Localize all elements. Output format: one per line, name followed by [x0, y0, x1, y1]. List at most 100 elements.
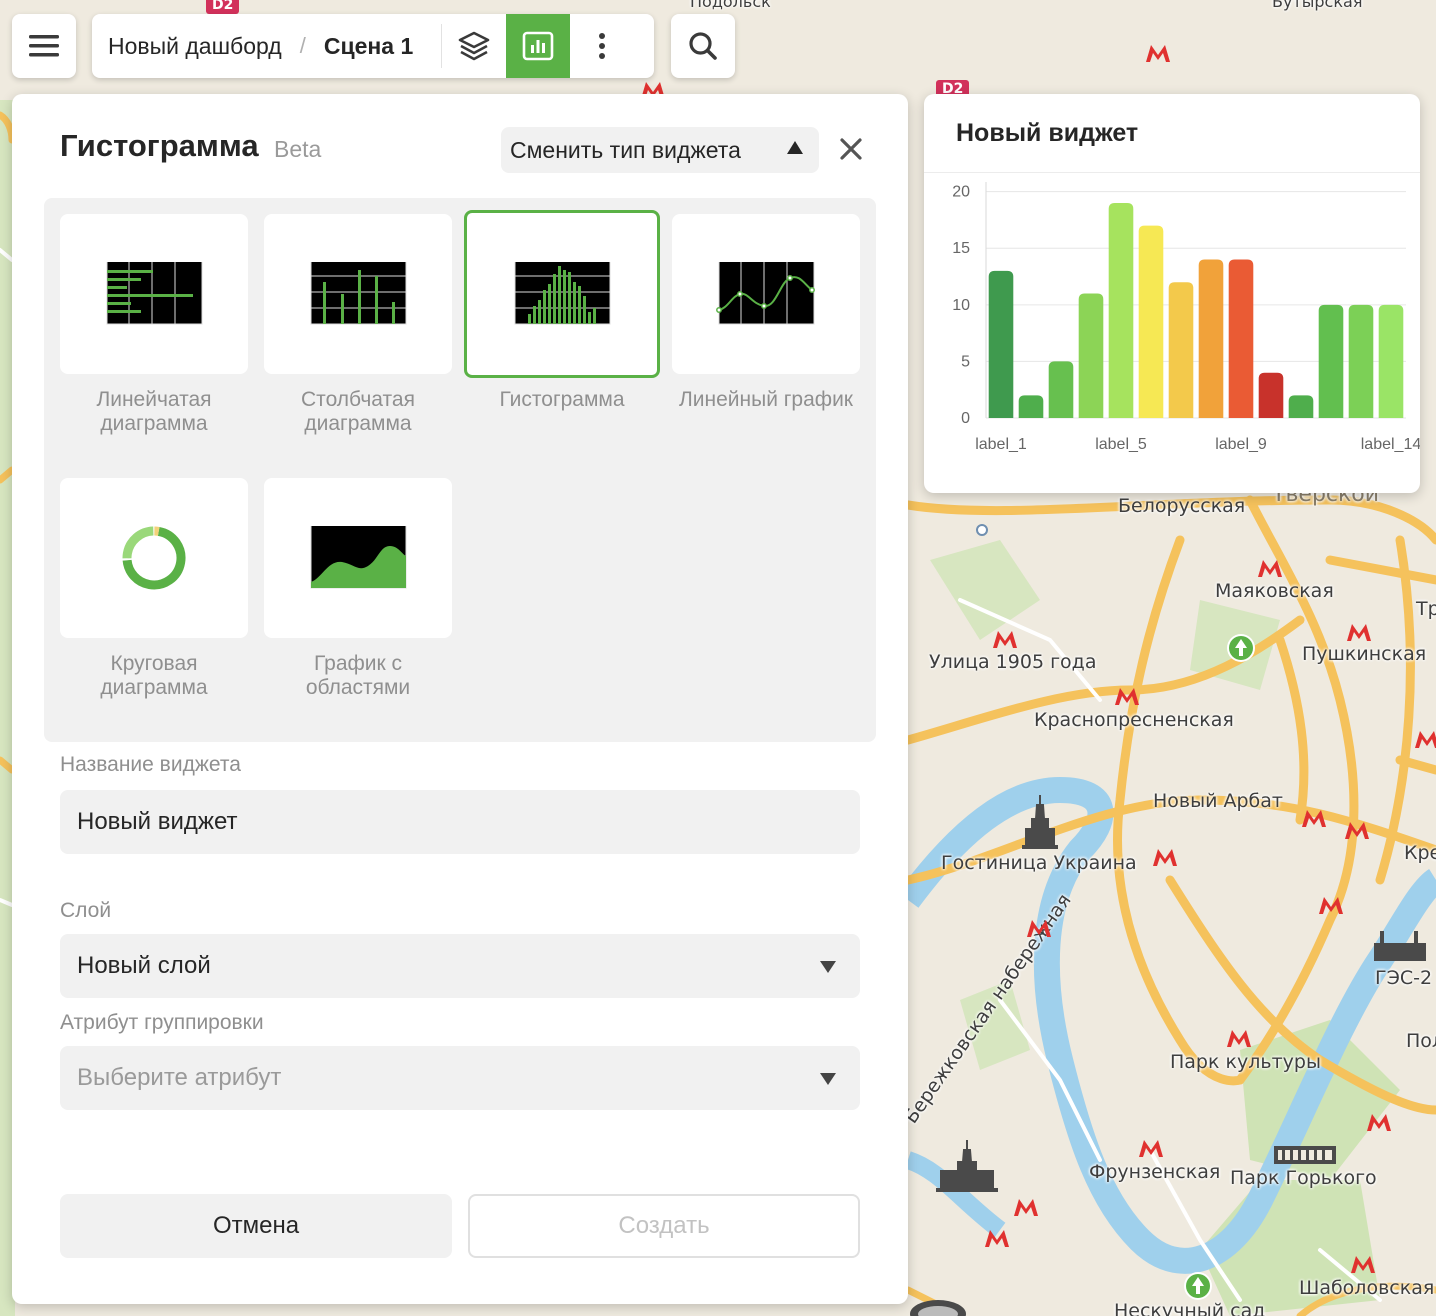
- widget-type-label: Гистограмма: [499, 388, 625, 411]
- widget-type-bar-horizontal[interactable]: Линейчатая диаграмма: [60, 214, 248, 436]
- map-label-park-kultury: Парк культуры: [1170, 1051, 1321, 1073]
- widget-type-tile: [60, 478, 248, 638]
- widget-editor-panel: Гистограмма Beta Сменить тип виджета Лин…: [12, 94, 908, 1304]
- map-label-novy-arbat: Новый Арбат: [1153, 790, 1283, 812]
- layer-label: Слой: [60, 899, 112, 922]
- histogram-chart-icon: [514, 262, 611, 325]
- map-label-shabolovskaya: Шаболовская: [1299, 1277, 1435, 1299]
- metro-icon: [1415, 731, 1436, 748]
- chart-x-tick-label: label_9: [1215, 436, 1267, 453]
- layer-select[interactable]: Новый слой: [60, 934, 860, 998]
- map-label-neskuchny-sad: Нескучный сад: [1114, 1300, 1266, 1316]
- chart-y-tick-label: 20: [952, 184, 970, 201]
- widget-type-line[interactable]: Линейный график: [672, 214, 860, 412]
- chart-bar-label_6[interactable]: [1138, 225, 1164, 418]
- chart-bar-label_12[interactable]: [1318, 304, 1344, 418]
- layer-select-value: Новый слой: [77, 952, 211, 979]
- map-label-park-gorkogo: Парк Горького: [1230, 1167, 1377, 1189]
- map-label-kre: Кре: [1404, 842, 1436, 864]
- layers-button[interactable]: [442, 14, 506, 78]
- widget-type-label: Столбчатая диаграмма: [301, 388, 415, 435]
- map-label-pushkinskaya: Пушкинская: [1302, 643, 1427, 665]
- landmark-tower-icon: [936, 1140, 998, 1192]
- layers-icon: [458, 31, 490, 61]
- chart-x-tick-label: label_14: [1361, 436, 1420, 453]
- search-icon: [689, 32, 717, 60]
- metro-icon: [1014, 1199, 1038, 1216]
- breadcrumb-dashboard-link[interactable]: Новый дашборд: [92, 33, 282, 60]
- road-shield-d2-top: D2: [206, 0, 240, 14]
- group-attribute-label: Атрибут группировки: [60, 1011, 264, 1034]
- chart-bar-label_2[interactable]: [1018, 395, 1044, 418]
- widget-type-histogram[interactable]: Гистограмма: [464, 210, 660, 412]
- chart-bar-label_1[interactable]: [988, 270, 1014, 418]
- chart-bar-label_14[interactable]: [1378, 304, 1404, 418]
- chart-bar-label_9[interactable]: [1228, 259, 1254, 418]
- chart-bar-label_4[interactable]: [1078, 293, 1104, 418]
- chart-bar-label_10[interactable]: [1258, 372, 1284, 418]
- map-label-tr: Тр: [1416, 598, 1436, 620]
- metro-icon: [1302, 810, 1326, 827]
- metro-icon: [1347, 624, 1371, 641]
- chart-bar-label_11[interactable]: [1288, 395, 1314, 418]
- stadium-icon: [910, 1300, 966, 1316]
- metro-icon: [1345, 822, 1369, 839]
- bar-horizontal-chart-icon: [106, 262, 203, 325]
- map-label-pol: Пол: [1406, 1030, 1436, 1052]
- metro-icon: [1153, 849, 1177, 866]
- metro-icon: [1146, 45, 1170, 62]
- area-chart-icon: [310, 526, 407, 589]
- widgets-button[interactable]: [506, 14, 571, 78]
- group-attribute-placeholder: Выберите атрибут: [77, 1064, 282, 1091]
- park-tree-icon: [1227, 634, 1255, 662]
- metro-icon: [1027, 920, 1051, 937]
- breadcrumb-scene-current[interactable]: Сцена 1: [324, 33, 413, 60]
- change-widget-type-label: Сменить тип виджета: [510, 136, 741, 163]
- preview-title: Новый виджет: [956, 119, 1139, 147]
- more-options-button[interactable]: [570, 14, 634, 78]
- chevron-down-icon: [820, 961, 836, 973]
- widget-type-donut[interactable]: Круговая диаграмма: [60, 478, 248, 700]
- create-button[interactable]: Создать: [468, 1194, 860, 1258]
- chart-bar-label_13[interactable]: [1348, 304, 1374, 418]
- map-label-mayakovskaya: Маяковская: [1215, 580, 1334, 602]
- chart-y-tick-label: 10: [952, 297, 970, 314]
- histogram-preview-chart: 0 5 10 15 20 label_1 label_5 label_9 label_14: [952, 182, 1420, 453]
- chevron-down-icon: [820, 1073, 836, 1085]
- chart-bar-label_7[interactable]: [1168, 282, 1194, 418]
- chart-bar-label_5[interactable]: [1108, 202, 1134, 418]
- park-tree-icon: [1184, 1272, 1212, 1300]
- metro-icon: [1139, 1140, 1163, 1157]
- widget-name-input[interactable]: Новый виджет: [60, 790, 860, 854]
- hamburger-menu-icon: [29, 35, 59, 57]
- chart-bar-label_8[interactable]: [1198, 259, 1224, 418]
- search-button[interactable]: [671, 14, 735, 78]
- map-label-ges2: ГЭС-2: [1375, 967, 1433, 989]
- chart-bar-label_3[interactable]: [1048, 361, 1074, 418]
- metro-icon: [1227, 1030, 1251, 1047]
- breadcrumb: Новый дашборд / Сцена 1: [92, 14, 654, 78]
- widget-type-tile: [464, 210, 660, 378]
- close-icon[interactable]: [838, 136, 864, 162]
- metro-icon: [1115, 688, 1139, 705]
- widget-type-tile: [672, 214, 860, 374]
- preview-divider: [924, 172, 1420, 173]
- line-chart-icon: [716, 262, 815, 325]
- cancel-button[interactable]: Отмена: [60, 1194, 452, 1258]
- widget-type-column[interactable]: Столбчатая диаграмма: [264, 214, 452, 436]
- widget-type-grid: Линейчатая диаграмма Столбчатая диаграмм…: [44, 198, 876, 742]
- menu-button[interactable]: [12, 14, 76, 78]
- group-attribute-select[interactable]: Выберите атрибут: [60, 1046, 860, 1110]
- map-label-krasnopresnenskaya: Краснопресненская: [1034, 709, 1234, 731]
- map-label-podolsk: Подольск: [690, 0, 771, 11]
- widget-type-tile: [264, 214, 452, 374]
- map-label-frunzenskaya: Фрунзенская: [1089, 1161, 1221, 1183]
- change-widget-type-button[interactable]: Сменить тип виджета: [501, 127, 819, 173]
- more-vertical-icon: [599, 33, 606, 59]
- chart-widget-icon: [522, 31, 554, 61]
- chevron-up-icon: [787, 141, 803, 154]
- column-chart-icon: [310, 262, 407, 325]
- landmark-building-icon: [1374, 931, 1426, 961]
- widget-type-area[interactable]: График с областями: [264, 478, 452, 700]
- chart-y-tick-label: 0: [961, 410, 970, 427]
